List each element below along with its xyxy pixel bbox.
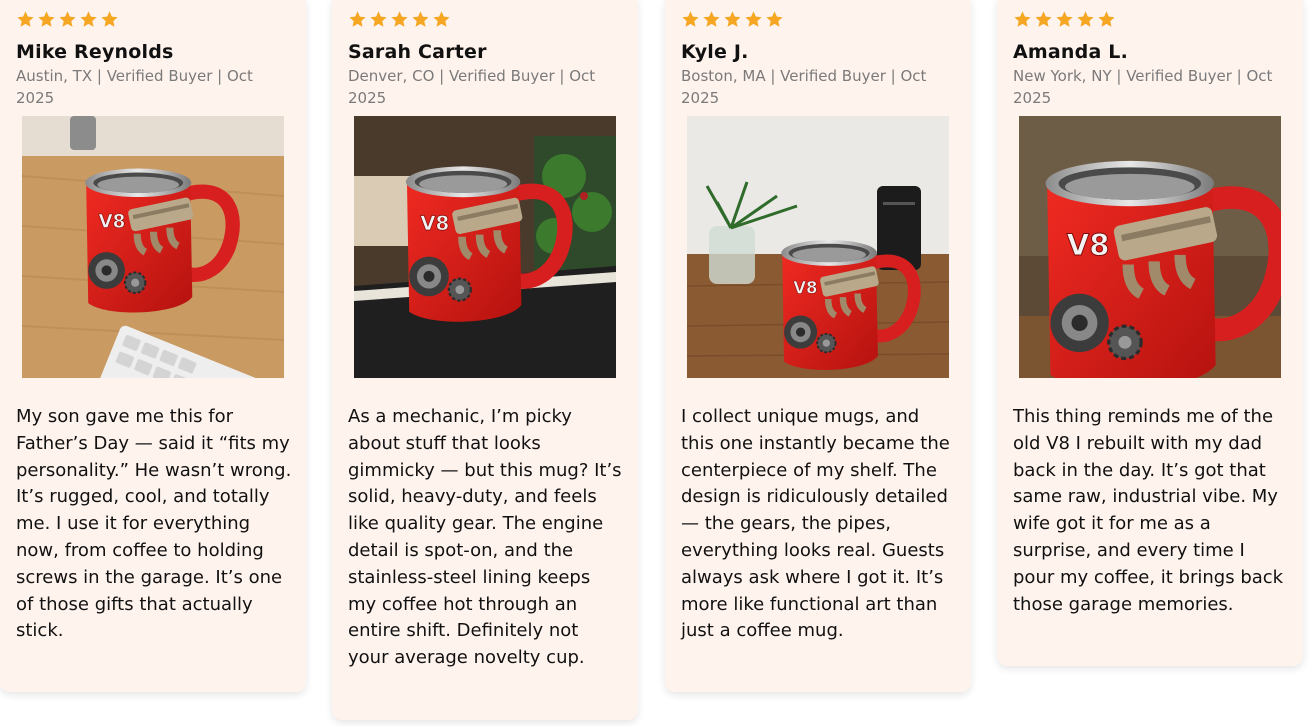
star-icon — [745, 10, 762, 27]
review-text: This thing reminds me of the old V8 I re… — [1013, 406, 1284, 615]
star-icon — [766, 10, 783, 27]
star-icon — [59, 10, 76, 27]
star-icon — [1035, 10, 1052, 27]
review-photo[interactable] — [687, 116, 949, 378]
star-icon — [724, 10, 741, 27]
star-icon — [433, 10, 450, 27]
reviewer-meta: Denver, CO | Verified Buyer | Oct 2025 — [348, 67, 596, 107]
review-photo[interactable] — [354, 116, 616, 378]
star-icon — [101, 10, 118, 27]
reviewer-name: Sarah Carter — [348, 41, 487, 63]
reviewer-meta: Boston, MA | Verified Buyer | Oct 2025 — [681, 67, 927, 107]
star-icon — [1056, 10, 1073, 27]
star-icon — [1077, 10, 1094, 27]
reviewer-meta: Austin, TX | Verified Buyer | Oct 2025 — [16, 67, 253, 107]
review-photo[interactable] — [22, 116, 284, 378]
star-icon — [1014, 10, 1031, 27]
reviewer-name: Amanda L. — [1013, 41, 1129, 63]
star-icon — [1098, 10, 1115, 27]
star-icon — [80, 10, 97, 27]
star-icon — [703, 10, 720, 27]
review-card: Mike Reynolds Austin, TX | Verified Buye… — [0, 0, 306, 692]
reviewer-name: Kyle J. — [681, 41, 749, 63]
star-rating — [16, 8, 290, 30]
star-icon — [682, 10, 699, 27]
star-rating — [1013, 8, 1287, 30]
review-card: Amanda L. New York, NY | Verified Buyer … — [997, 0, 1303, 666]
star-icon — [370, 10, 387, 27]
star-icon — [17, 10, 34, 27]
review-card: Sarah Carter Denver, CO | Verified Buyer… — [332, 0, 638, 720]
star-icon — [349, 10, 366, 27]
reviewer-meta: New York, NY | Verified Buyer | Oct 2025 — [1013, 67, 1273, 107]
star-rating — [348, 8, 622, 30]
review-text: As a mechanic, I’m picky about stuff tha… — [348, 406, 622, 669]
star-icon — [391, 10, 408, 27]
star-icon — [38, 10, 55, 27]
review-text: I collect unique mugs, and this one inst… — [681, 406, 950, 642]
review-text: My son gave me this for Father’s Day — s… — [16, 406, 292, 642]
star-rating — [681, 8, 955, 30]
reviewer-name: Mike Reynolds — [16, 41, 174, 63]
review-card: Kyle J. Boston, MA | Verified Buyer | Oc… — [665, 0, 971, 692]
star-icon — [412, 10, 429, 27]
review-photo[interactable] — [1019, 116, 1281, 378]
reviews-grid: Mike Reynolds Austin, TX | Verified Buye… — [0, 0, 1311, 726]
